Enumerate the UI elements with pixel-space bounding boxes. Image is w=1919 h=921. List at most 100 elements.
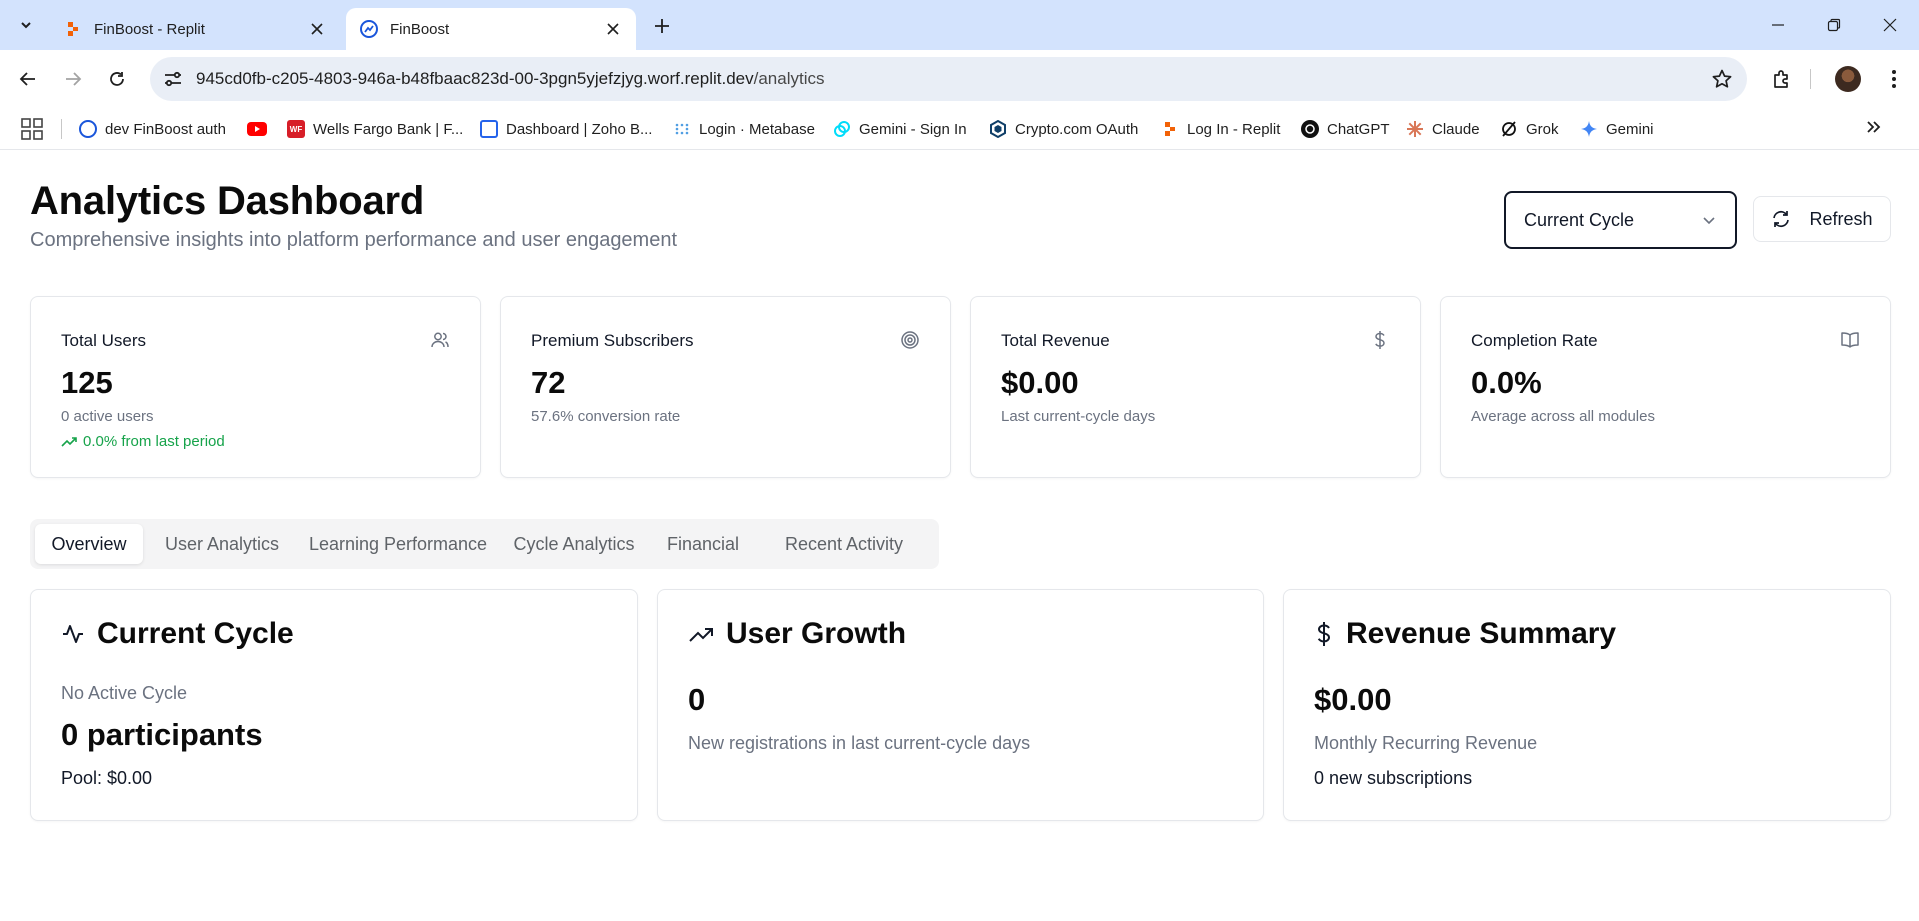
stat-label: Completion Rate — [1471, 331, 1598, 350]
stat-label: Premium Subscribers — [531, 331, 694, 350]
stat-value: 125 — [61, 365, 113, 400]
extensions-button[interactable] — [1766, 63, 1798, 95]
restore-button[interactable] — [1806, 0, 1862, 50]
toolbar-separator — [1810, 69, 1811, 89]
tab-search-button[interactable] — [10, 10, 42, 40]
tab-overview[interactable]: Overview — [35, 524, 143, 564]
bookmark-item[interactable]: WF Wells Fargo Bank | F... — [287, 116, 463, 142]
stat-value: 72 — [531, 365, 566, 400]
page-subtitle: Comprehensive insights into platform per… — [30, 229, 678, 251]
restore-icon — [1827, 18, 1841, 32]
stat-card-total-users: Total Users 125 0 active users 0.0% from… — [30, 296, 481, 478]
claude-icon — [1406, 120, 1424, 138]
stat-desc: Last current-cycle days — [1001, 408, 1156, 425]
tab-title: FinBoost - Replit — [94, 20, 205, 38]
browser-tabstrip: FinBoost - Replit FinBoost — [0, 0, 1919, 50]
back-button[interactable] — [10, 61, 46, 97]
gemini-icon — [1580, 120, 1598, 138]
stat-card-premium-subscribers: Premium Subscribers 72 57.6% conversion … — [500, 296, 951, 478]
tab-cycle-analytics[interactable]: Cycle Analytics — [499, 524, 649, 564]
bookmark-item[interactable] — [247, 116, 267, 142]
bookmark-label: Login · Metabase — [699, 120, 815, 138]
new-tab-button[interactable] — [648, 12, 676, 40]
page-title: Analytics Dashboard — [30, 179, 425, 223]
card-title: Revenue Summary — [1314, 617, 1616, 651]
browser-toolbar: 945cd0fb-c205-4803-946a-b48fbaac823d-00-… — [0, 50, 1919, 108]
stat-trend: 0.0% from last period — [61, 433, 225, 450]
plus-icon — [655, 19, 669, 33]
minimize-icon — [1772, 24, 1784, 26]
bookmark-item[interactable]: Dashboard | Zoho B... — [480, 116, 652, 142]
revenue-desc: Monthly Recurring Revenue — [1314, 733, 1538, 753]
metabase-icon — [673, 120, 691, 138]
bookmark-item[interactable]: Gemini - Sign In — [833, 116, 967, 142]
bookmark-star-icon[interactable] — [1711, 68, 1733, 90]
profile-button[interactable] — [1832, 63, 1864, 95]
cycle-participants: 0 participants — [61, 717, 263, 752]
growth-desc: New registrations in last current-cycle … — [688, 733, 1031, 753]
address-bar[interactable]: 945cd0fb-c205-4803-946a-b48fbaac823d-00-… — [150, 57, 1747, 101]
bookmark-item[interactable]: Claude — [1406, 116, 1480, 142]
bookmark-item[interactable]: dev FinBoost auth — [79, 116, 226, 142]
stat-desc: Average across all modules — [1471, 408, 1655, 425]
bookmark-label: Log In - Replit — [1187, 120, 1281, 138]
stat-card-total-revenue: Total Revenue $0.00 Last current-cycle d… — [970, 296, 1421, 478]
growth-value: 0 — [688, 682, 706, 717]
more-vertical-icon — [1892, 70, 1896, 88]
gemini-exchange-icon — [833, 120, 851, 138]
revenue-value: $0.00 — [1314, 682, 1392, 717]
activity-icon — [63, 625, 83, 643]
avatar — [1835, 66, 1861, 92]
card-title-text: User Growth — [726, 617, 907, 650]
close-tab-icon[interactable] — [604, 20, 622, 38]
close-tab-icon[interactable] — [308, 20, 326, 38]
bookmark-item[interactable]: Grok — [1500, 116, 1559, 142]
analytics-page: Analytics Dashboard Comprehensive insigh… — [0, 151, 1919, 921]
tab-learning-performance[interactable]: Learning Performance — [301, 524, 495, 564]
refresh-icon — [1773, 210, 1790, 228]
minimize-button[interactable] — [1750, 0, 1806, 50]
globe-icon — [79, 120, 97, 138]
bookmarks-separator — [61, 119, 62, 139]
bookmark-item[interactable]: Crypto.com OAuth — [989, 116, 1138, 142]
tab-financial[interactable]: Financial — [653, 524, 753, 564]
stat-value: $0.00 — [1001, 365, 1079, 400]
reload-button[interactable] — [99, 61, 135, 97]
tab-user-analytics[interactable]: User Analytics — [147, 524, 297, 564]
tab-recent-activity[interactable]: Recent Activity — [757, 524, 931, 564]
stat-value: 0.0% — [1471, 365, 1542, 400]
forward-button[interactable] — [55, 61, 91, 97]
site-info-icon[interactable] — [162, 68, 184, 90]
bookmark-label: Dashboard | Zoho B... — [506, 120, 653, 138]
dollar-icon — [1375, 331, 1385, 349]
bookmark-item[interactable]: Gemini — [1580, 116, 1654, 142]
target-icon — [901, 331, 919, 349]
browser-menu-button[interactable] — [1878, 63, 1910, 95]
reload-icon — [110, 72, 124, 86]
stat-label: Total Users — [61, 331, 147, 350]
crypto-icon — [989, 120, 1007, 138]
bookmarks-bar: dev FinBoost auth WF Wells Fargo Bank | … — [0, 108, 1919, 150]
bookmark-label: ChatGPT — [1327, 120, 1390, 138]
analytics-tabs: Overview User Analytics Learning Perform… — [30, 519, 939, 569]
bookmark-item[interactable]: Login · Metabase — [673, 116, 815, 142]
period-select[interactable]: Current Cycle — [1504, 191, 1737, 249]
card-title-text: Current Cycle — [97, 617, 294, 650]
stat-label: Total Revenue — [1001, 331, 1110, 350]
bookmark-item[interactable]: ChatGPT — [1301, 116, 1390, 142]
browser-tab-finboost[interactable]: FinBoost — [346, 8, 636, 50]
bookmark-label: Wells Fargo Bank | F... — [313, 120, 464, 138]
chevron-down-icon — [21, 22, 31, 29]
book-icon — [1841, 332, 1859, 348]
youtube-icon — [247, 122, 267, 136]
chevron-down-icon — [1703, 217, 1715, 225]
browser-tab-replit[interactable]: FinBoost - Replit — [50, 8, 340, 50]
bookmark-item[interactable]: Log In - Replit — [1161, 116, 1280, 142]
tab-title: FinBoost — [390, 20, 450, 38]
chevron-double-right-icon[interactable] — [1865, 118, 1883, 136]
apps-grid-icon[interactable] — [20, 117, 44, 141]
card-title: Current Cycle — [61, 617, 294, 651]
refresh-button[interactable]: Refresh — [1753, 196, 1891, 242]
close-window-button[interactable] — [1862, 0, 1918, 50]
user-growth-card: User Growth 0 New registrations in last … — [657, 589, 1264, 821]
